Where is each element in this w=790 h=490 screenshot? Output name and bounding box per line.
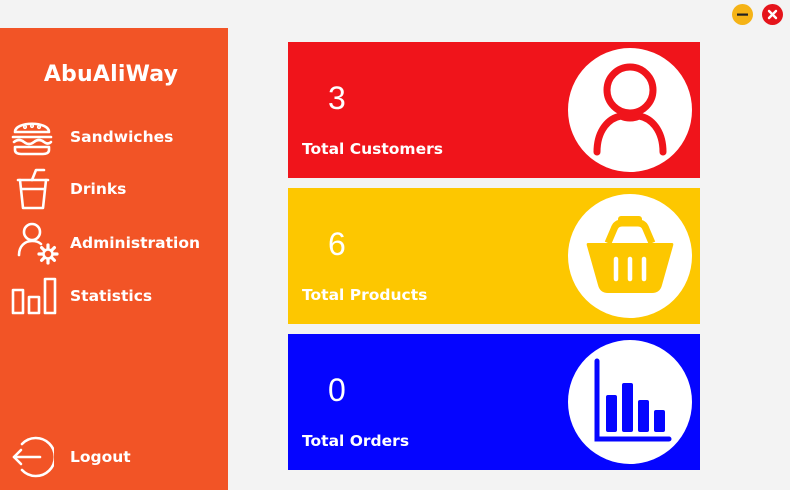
logout-button[interactable]: Logout xyxy=(10,435,220,479)
total-customers-card: 3 Total Customers xyxy=(288,42,700,178)
sidebar-item-administration[interactable]: Administration xyxy=(10,221,220,265)
total-customers-value: 3 xyxy=(328,80,346,116)
sidebar-item-label: Statistics xyxy=(70,287,153,305)
total-customers-label: Total Customers xyxy=(302,140,443,158)
user-settings-icon xyxy=(10,221,60,265)
sidebar-item-sandwiches[interactable]: Sandwiches xyxy=(10,115,220,159)
sidebar-item-label: Sandwiches xyxy=(70,128,174,146)
total-orders-value: 0 xyxy=(328,372,346,408)
total-products-label: Total Products xyxy=(302,286,428,304)
sidebar-item-label: Drinks xyxy=(70,180,127,198)
logout-icon xyxy=(10,435,60,479)
minimize-button[interactable] xyxy=(732,4,753,25)
bar-chart-icon xyxy=(568,340,692,464)
close-button[interactable] xyxy=(762,4,783,25)
sidebar-item-drinks[interactable]: Drinks xyxy=(10,167,220,211)
total-orders-label: Total Orders xyxy=(302,432,410,450)
sidebar-item-label: Administration xyxy=(70,234,201,252)
logout-label: Logout xyxy=(70,448,131,466)
basket-icon xyxy=(568,194,692,318)
app-title: AbuAliWay xyxy=(43,62,179,87)
burger-icon xyxy=(10,115,60,159)
drink-cup-icon xyxy=(10,167,60,211)
app-window: AbuAliWay Sandwiches Drinks Administrati… xyxy=(0,0,790,490)
total-orders-card: 0 Total Orders xyxy=(288,334,700,470)
minimize-icon xyxy=(737,13,748,16)
sidebar-item-statistics[interactable]: Statistics xyxy=(10,274,220,318)
total-products-card: 6 Total Products xyxy=(288,188,700,324)
total-products-value: 6 xyxy=(328,226,346,262)
user-icon xyxy=(568,48,692,172)
close-icon xyxy=(767,9,778,20)
bar-chart-icon xyxy=(10,274,60,318)
sidebar: AbuAliWay Sandwiches Drinks Administrati… xyxy=(0,28,228,490)
